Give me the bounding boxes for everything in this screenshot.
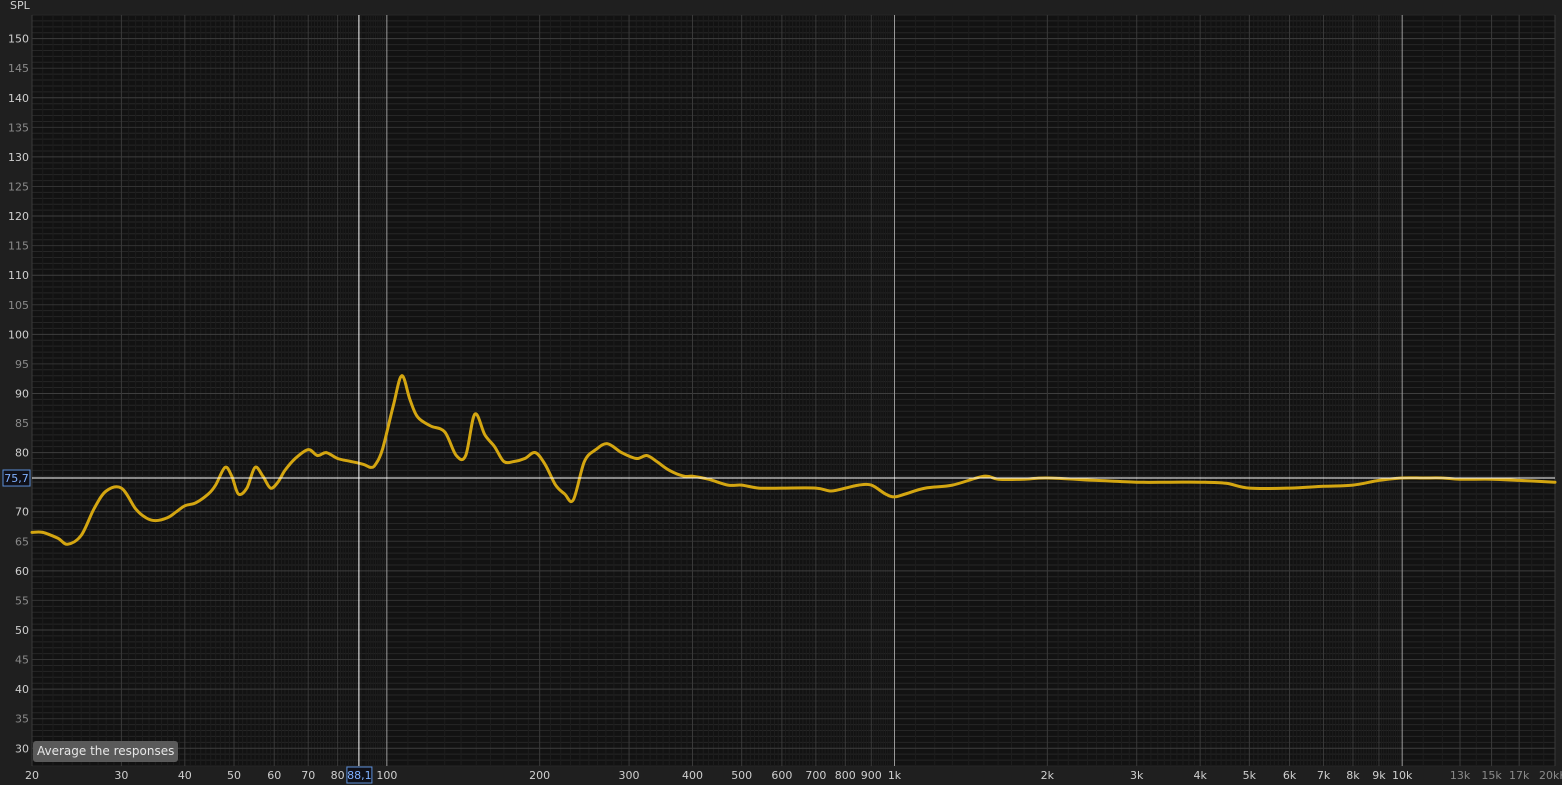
- y-tick-label: 90: [15, 387, 29, 400]
- y-tick-label: 45: [15, 654, 29, 667]
- x-tick-label: 17k: [1509, 769, 1530, 782]
- x-tick-label: 80: [331, 769, 345, 782]
- spl-frequency-chart[interactable]: 3035404550556065707580859095100105110115…: [0, 0, 1562, 785]
- x-tick-label: 50: [227, 769, 241, 782]
- x-tick-label: 15k: [1481, 769, 1502, 782]
- x-tick-label: 20kHz: [1539, 769, 1562, 782]
- x-tick-label: 500: [731, 769, 752, 782]
- x-tick-label: 70: [301, 769, 315, 782]
- x-tick-label: 9k: [1372, 769, 1386, 782]
- y-tick-label: 110: [8, 269, 29, 282]
- y-tick-label: 40: [15, 683, 29, 696]
- y-tick-label: 35: [15, 713, 29, 726]
- y-tick-label: 30: [15, 742, 29, 755]
- x-tick-label: 4k: [1193, 769, 1207, 782]
- cursor-x-readout: 88,1: [346, 766, 373, 784]
- y-tick-label: 120: [8, 210, 29, 223]
- x-tick-label: 8k: [1346, 769, 1360, 782]
- x-tick-label: 6k: [1283, 769, 1297, 782]
- x-tick-label: 100: [376, 769, 397, 782]
- y-tick-label: 100: [8, 328, 29, 341]
- y-tick-label: 55: [15, 594, 29, 607]
- y-tick-label: 65: [15, 535, 29, 548]
- cursor-y-readout: 75,7: [2, 469, 31, 487]
- x-tick-label: 2k: [1041, 769, 1055, 782]
- y-tick-label: 115: [8, 240, 29, 253]
- y-tick-label: 150: [8, 33, 29, 46]
- y-tick-label: 140: [8, 92, 29, 105]
- y-tick-label: 105: [8, 299, 29, 312]
- cursor-x-value: 88,1: [347, 769, 372, 782]
- y-tick-label: 70: [15, 506, 29, 519]
- x-tick-label: 7k: [1317, 769, 1331, 782]
- y-tick-label: 95: [15, 358, 29, 371]
- y-tick-label: 85: [15, 417, 29, 430]
- y-tick-label: 135: [8, 121, 29, 134]
- x-tick-label: 13k: [1450, 769, 1471, 782]
- x-tick-label: 200: [529, 769, 550, 782]
- x-tick-label: 60: [267, 769, 281, 782]
- x-tick-label: 1k: [888, 769, 902, 782]
- average-responses-button[interactable]: Average the responses: [33, 741, 179, 762]
- cursor-y-value: 75,7: [4, 472, 29, 485]
- y-tick-label: 145: [8, 62, 29, 75]
- x-tick-label: 400: [682, 769, 703, 782]
- x-tick-label: 40: [178, 769, 192, 782]
- y-tick-label: 125: [8, 180, 29, 193]
- x-tick-label: 600: [771, 769, 792, 782]
- x-tick-label: 300: [619, 769, 640, 782]
- x-tick-label: 900: [861, 769, 882, 782]
- x-tick-label: 20: [25, 769, 39, 782]
- y-tick-label: 50: [15, 624, 29, 637]
- x-tick-label: 700: [805, 769, 826, 782]
- x-tick-label: 30: [114, 769, 128, 782]
- y-tick-label: 80: [15, 447, 29, 460]
- x-tick-label: 3k: [1130, 769, 1144, 782]
- x-tick-label: 10k: [1392, 769, 1413, 782]
- y-axis-label: SPL: [10, 0, 31, 12]
- x-tick-label: 800: [835, 769, 856, 782]
- y-tick-label: 60: [15, 565, 29, 578]
- x-tick-label: 5k: [1243, 769, 1257, 782]
- y-tick-label: 130: [8, 151, 29, 164]
